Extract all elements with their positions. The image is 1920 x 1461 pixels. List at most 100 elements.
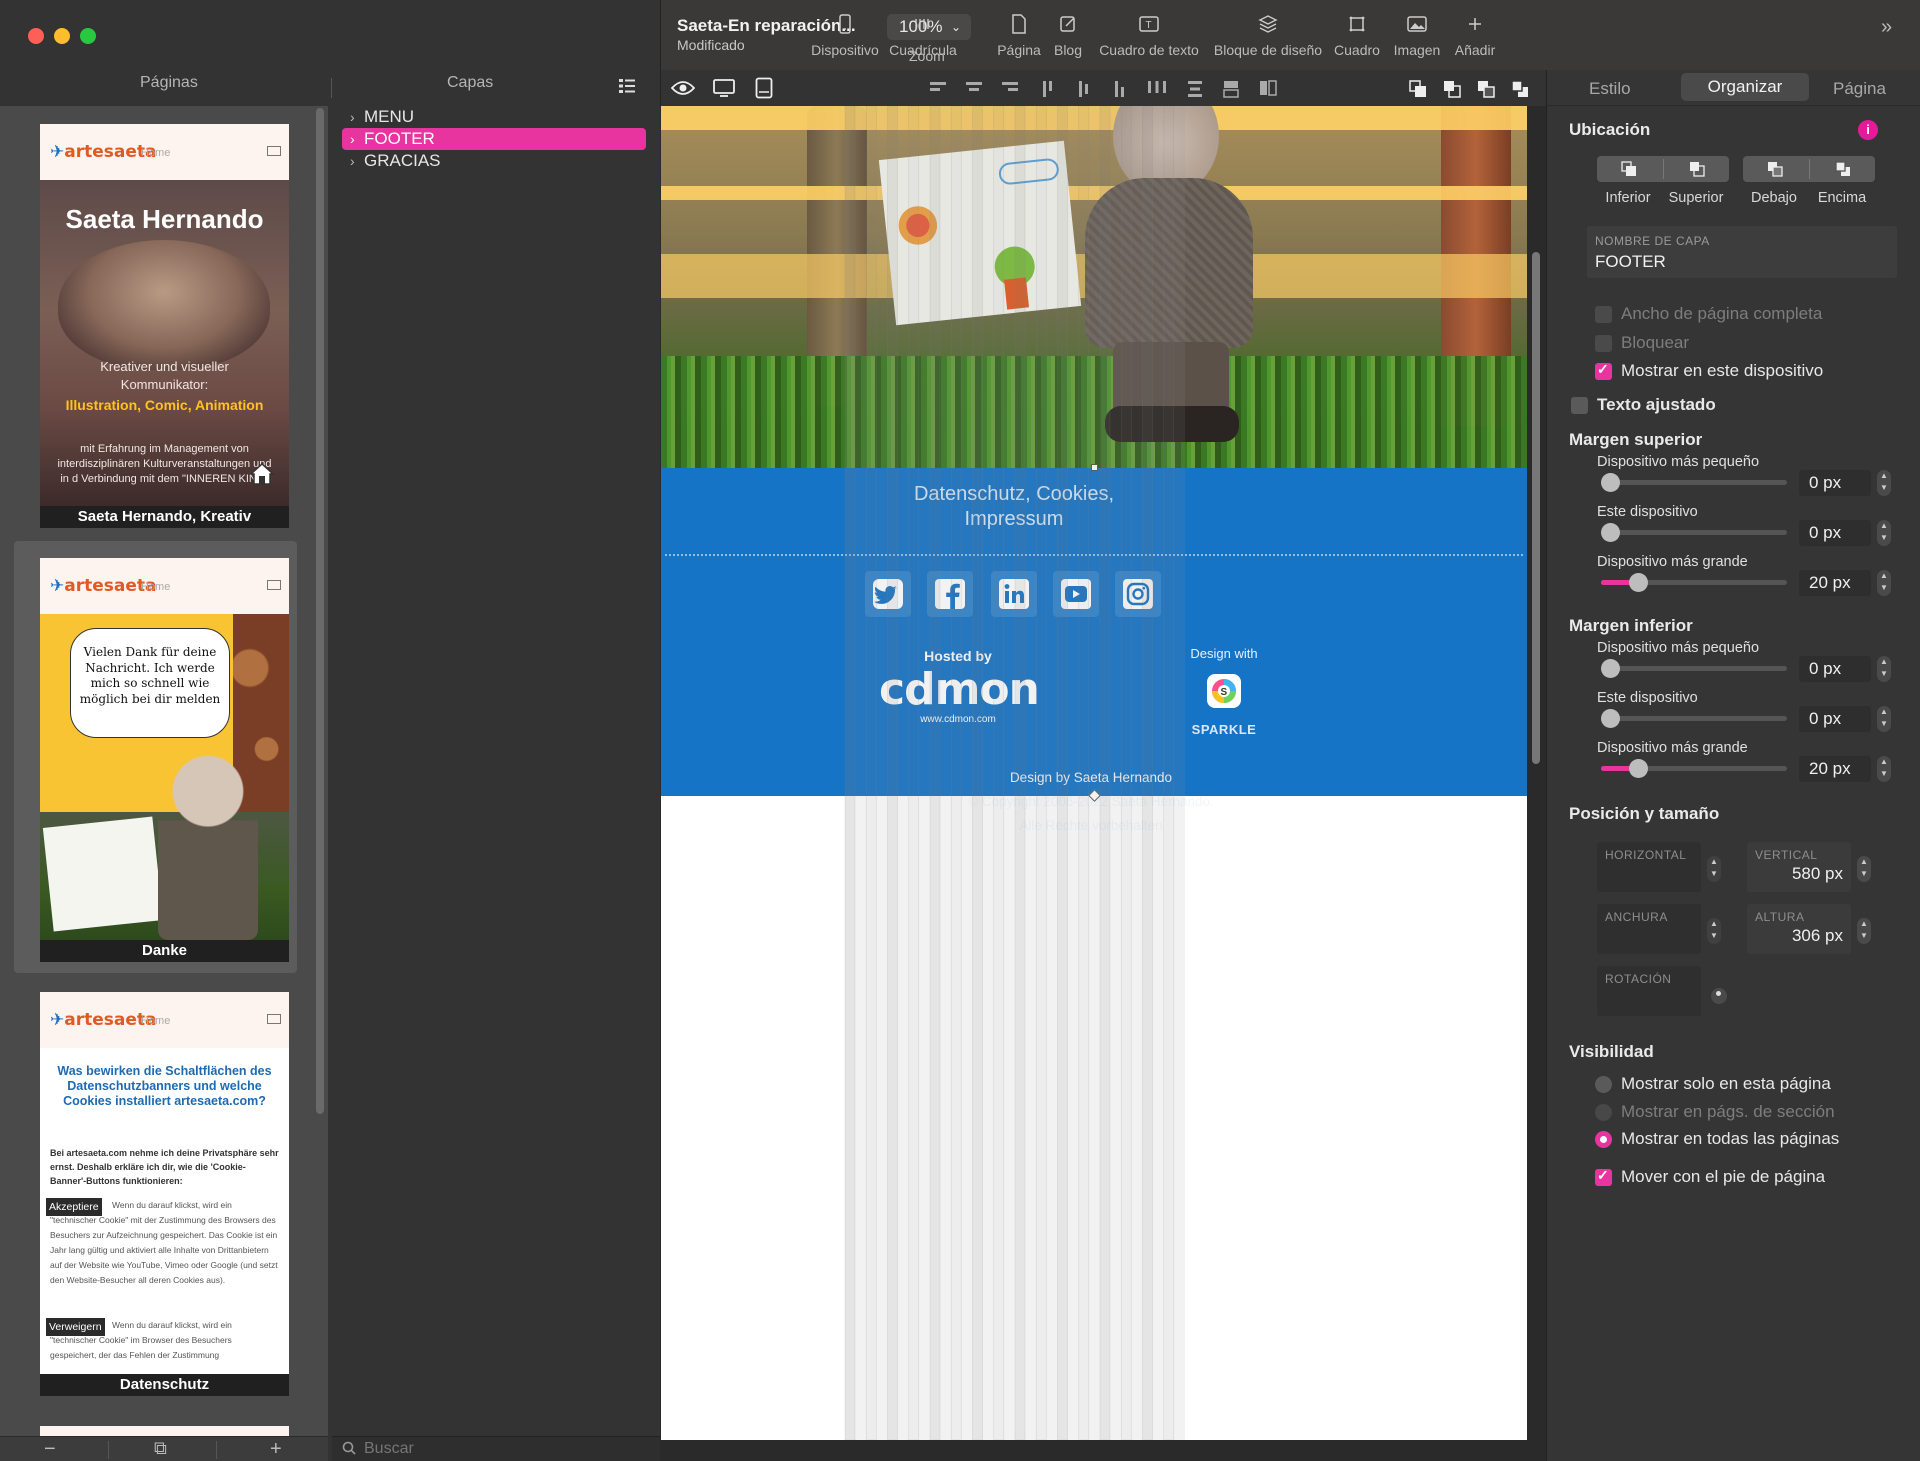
layer-name-field[interactable]: NOMBRE DE CAPA FOOTER — [1587, 226, 1897, 278]
height-stepper[interactable]: ▲ ▼ — [1857, 918, 1871, 944]
linkedin-button[interactable] — [991, 571, 1037, 617]
add-button[interactable]: Añadir — [1447, 14, 1503, 58]
canvas-scrollbar[interactable] — [1532, 252, 1540, 764]
layer-item-footer[interactable]: › FOOTER — [342, 128, 646, 150]
height-field[interactable]: ALTURA 306 px — [1747, 904, 1851, 954]
distribute-vertical-icon[interactable] — [1187, 80, 1203, 98]
toolbar-overflow-button[interactable]: » — [1881, 16, 1892, 39]
horizontal-field[interactable]: HORIZONTAL — [1597, 842, 1701, 892]
checkbox-box[interactable] — [1595, 335, 1612, 352]
align-center-icon[interactable] — [965, 80, 983, 94]
margin-stepper[interactable]: ▲ ▼ — [1877, 756, 1891, 782]
page-button[interactable]: Página — [993, 14, 1045, 58]
margin-value-field[interactable]: 0 px — [1799, 656, 1871, 682]
move-below-icon[interactable] — [1767, 161, 1783, 177]
slider-knob[interactable] — [1601, 523, 1620, 542]
blog-button[interactable]: Blog — [1047, 14, 1089, 58]
margin-value-field[interactable]: 0 px — [1799, 520, 1871, 546]
margin-value-field[interactable]: 20 px — [1799, 570, 1871, 596]
margin-value-field[interactable]: 20 px — [1799, 756, 1871, 782]
layer-item-menu[interactable]: › MENU — [342, 106, 646, 128]
page-thumbnail-datenschutz[interactable]: ✈artesaeta Home Was bewirken die Schaltf… — [40, 992, 289, 1396]
margin-slider[interactable] — [1601, 709, 1787, 728]
bring-forward-icon[interactable] — [1443, 80, 1461, 98]
add-page-button[interactable]: + — [270, 1438, 282, 1461]
send-to-bottom-icon[interactable] — [1621, 161, 1637, 177]
footer-legal-links[interactable]: Datenschutz, Cookies, Impressum — [891, 482, 1137, 532]
margin-slider[interactable] — [1601, 573, 1787, 592]
tab-style[interactable]: Estilo — [1589, 79, 1631, 99]
twitter-button[interactable] — [865, 571, 911, 617]
margin-slider[interactable] — [1601, 759, 1787, 778]
margin-stepper[interactable]: ▲ ▼ — [1877, 656, 1891, 682]
remove-page-button[interactable]: − — [44, 1438, 56, 1461]
layers-search-input[interactable] — [364, 1439, 644, 1459]
info-icon[interactable]: i — [1858, 120, 1878, 140]
close-window-button[interactable] — [28, 28, 44, 44]
youtube-button[interactable] — [1053, 571, 1099, 617]
page-thumbnail-danke[interactable]: ✈artesaeta Home Vielen Dank für deine Na… — [40, 558, 289, 962]
distribute-horizontal-icon[interactable] — [1147, 80, 1167, 94]
margin-slider[interactable] — [1601, 659, 1787, 678]
chevron-right-icon[interactable]: › — [350, 150, 364, 172]
chevron-right-icon[interactable]: › — [350, 106, 364, 128]
selection-handle-top[interactable] — [1091, 464, 1098, 471]
design-canvas[interactable]: Datenschutz, Cookies, Impressum Hosted b… — [661, 106, 1527, 1440]
box-button[interactable]: Cuadro — [1329, 14, 1385, 58]
same-height-icon[interactable] — [1259, 80, 1277, 96]
desktop-device-icon[interactable] — [713, 78, 735, 98]
image-button[interactable]: Imagen — [1387, 14, 1447, 58]
cdmon-logo[interactable]: cdmon — [874, 664, 1044, 715]
radio-button[interactable] — [1595, 1104, 1612, 1121]
vertical-field[interactable]: VERTICAL 580 px — [1747, 842, 1851, 892]
align-right-icon[interactable] — [1001, 80, 1019, 94]
margin-stepper[interactable]: ▲ ▼ — [1877, 470, 1891, 496]
width-field[interactable]: ANCHURA — [1597, 904, 1701, 954]
margin-stepper[interactable]: ▲ ▼ — [1877, 706, 1891, 732]
checkbox-box[interactable] — [1595, 306, 1612, 323]
margin-value-field[interactable]: 0 px — [1799, 470, 1871, 496]
tab-layers[interactable]: Capas — [447, 74, 493, 92]
cdmon-url[interactable]: www.cdmon.com — [881, 714, 1035, 725]
send-to-back-icon[interactable] — [1477, 80, 1495, 98]
duplicate-page-button[interactable]: ⧉ — [154, 1438, 167, 1459]
margin-stepper[interactable]: ▲ ▼ — [1877, 520, 1891, 546]
margin-stepper[interactable]: ▲ ▼ — [1877, 570, 1891, 596]
instagram-button[interactable] — [1115, 571, 1161, 617]
align-middle-icon[interactable] — [1077, 80, 1091, 98]
grid-button[interactable]: Cuadrícula — [881, 14, 965, 58]
design-block-button[interactable]: Bloque de diseño — [1205, 14, 1331, 58]
layer-item-gracias[interactable]: › GRACIAS — [342, 150, 646, 172]
tab-pages[interactable]: Páginas — [140, 74, 198, 92]
vertical-stepper[interactable]: ▲ ▼ — [1857, 856, 1871, 882]
slider-knob[interactable] — [1601, 709, 1620, 728]
radio-button[interactable] — [1595, 1131, 1612, 1148]
margin-slider[interactable] — [1601, 523, 1787, 542]
checkbox-box[interactable] — [1571, 397, 1588, 414]
layer-list-icon[interactable] — [618, 78, 636, 94]
tab-page[interactable]: Página — [1833, 79, 1886, 99]
send-backward-icon[interactable] — [1409, 80, 1427, 98]
tablet-device-icon[interactable] — [755, 77, 773, 99]
align-bottom-icon[interactable] — [1113, 80, 1127, 98]
same-width-icon[interactable] — [1223, 80, 1239, 98]
minimize-window-button[interactable] — [54, 28, 70, 44]
radio-button[interactable] — [1595, 1076, 1612, 1093]
tab-arrange[interactable]: Organizar — [1681, 73, 1809, 101]
eye-icon[interactable] — [671, 80, 695, 96]
margin-slider[interactable] — [1601, 473, 1787, 492]
align-top-icon[interactable] — [1041, 80, 1055, 98]
move-above-icon[interactable] — [1835, 161, 1851, 177]
margin-value-field[interactable]: 0 px — [1799, 706, 1871, 732]
send-to-top-icon[interactable] — [1689, 161, 1705, 177]
slider-knob[interactable] — [1629, 759, 1649, 778]
slider-knob[interactable] — [1601, 659, 1620, 678]
rotation-field[interactable]: ROTACIÓN — [1597, 966, 1701, 1016]
bring-to-front-icon[interactable] — [1511, 80, 1529, 98]
checkbox-box[interactable] — [1595, 1167, 1612, 1186]
rotation-dial[interactable] — [1711, 988, 1727, 1004]
width-stepper[interactable]: ▲ ▼ — [1707, 918, 1721, 944]
align-left-icon[interactable] — [929, 80, 947, 94]
slider-knob[interactable] — [1629, 573, 1649, 592]
checkbox-box[interactable] — [1595, 361, 1612, 380]
